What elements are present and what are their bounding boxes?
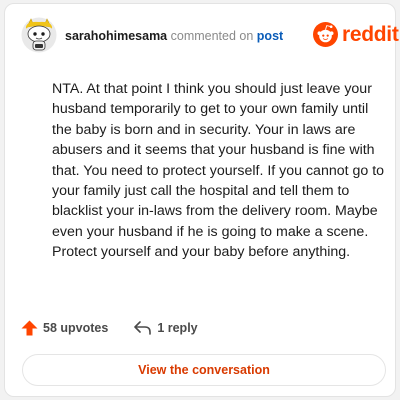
reply-count[interactable]: 1 reply <box>157 321 197 335</box>
comment-footer: 58 upvotes 1 reply <box>21 320 198 336</box>
upvote-count: 58 upvotes <box>43 321 109 335</box>
upvote-arrow-icon[interactable] <box>21 320 38 336</box>
view-conversation-button[interactable]: View the conversation <box>22 354 386 386</box>
comment-body: NTA. At that point I think you should ju… <box>52 81 385 261</box>
reply-arrow-icon[interactable] <box>134 321 152 335</box>
comment-card: sarahohimesama commented on post reddit … <box>4 3 399 397</box>
avatar[interactable] <box>21 17 57 53</box>
comment-header: sarahohimesama commented on post <box>65 28 283 44</box>
reddit-wordmark: reddit <box>342 22 399 46</box>
author-username[interactable]: sarahohimesama <box>65 29 167 43</box>
reddit-logo[interactable]: reddit <box>313 22 399 47</box>
post-link[interactable]: post <box>257 29 283 43</box>
action-text: commented on <box>170 29 254 43</box>
reddit-snoo-icon <box>313 22 338 47</box>
